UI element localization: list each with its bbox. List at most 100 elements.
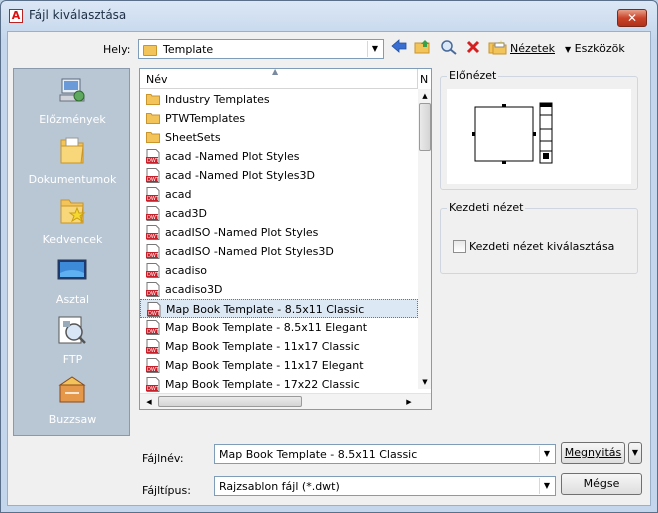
svg-text:DWT: DWT: [148, 311, 161, 317]
scroll-left-arrow[interactable]: ◀: [142, 395, 156, 409]
scroll-down-arrow[interactable]: ▼: [418, 375, 431, 389]
list-item[interactable]: DWTacadiso2: [140, 261, 425, 280]
initial-view-title: Kezdeti nézet: [447, 201, 526, 214]
svg-text:DWT: DWT: [147, 158, 160, 164]
title-bar[interactable]: A Fájl kiválasztása ✕: [1, 1, 657, 31]
open-button-label: Megnyitás: [564, 446, 622, 459]
initial-view-group: Kezdeti nézet Kezdeti nézet kiválasztása: [440, 201, 638, 274]
dwt-file-icon: DWT: [146, 282, 160, 300]
initial-view-checkbox-label[interactable]: Kezdeti nézet kiválasztása: [469, 240, 614, 253]
preview-group: Előnézet: [440, 69, 638, 190]
file-name: Map Book Template - 11x17 Classic: [165, 340, 360, 353]
filename-value[interactable]: Map Book Template - 8.5x11 Classic: [219, 448, 417, 461]
list-item-selected[interactable]: DWTMap Book Template - 8.5x11 Classic2: [140, 299, 426, 318]
list-item[interactable]: DWTacad2: [140, 185, 425, 205]
place-documents[interactable]: Dokumentumok: [14, 135, 131, 197]
place-label: Asztal: [55, 293, 90, 306]
history-icon: [59, 78, 85, 102]
place-label: Buzzsaw: [48, 413, 97, 426]
file-dialog-window: A Fájl kiválasztása ✕ Hely: Template ▼ N…: [0, 0, 658, 513]
file-name: acadiso3D: [165, 283, 223, 296]
filename-label: Fájlnév:: [142, 452, 184, 465]
svg-text:DWT: DWT: [147, 177, 160, 183]
list-item[interactable]: DWTMap Book Template - 17x22 Classic2: [140, 375, 425, 394]
place-favorites[interactable]: Kedvencek: [14, 195, 131, 257]
list-item[interactable]: DWTacad -Named Plot Styles2: [140, 147, 425, 167]
views-label: Nézetek: [510, 42, 555, 55]
file-name: acad: [165, 188, 192, 201]
dwt-file-icon: DWT: [146, 206, 160, 224]
file-name: acadISO -Named Plot Styles3D: [165, 245, 334, 258]
desktop-icon: [57, 259, 87, 280]
svg-text:DWT: DWT: [147, 253, 160, 259]
window-title: Fájl kiválasztása: [29, 8, 127, 22]
file-name: acadiso: [165, 264, 208, 277]
list-item[interactable]: DWTacadISO -Named Plot Styles3D2: [140, 242, 425, 262]
list-item[interactable]: Industry Templates2: [140, 90, 425, 109]
file-list[interactable]: Név ▲ N Industry Templates2PTWTemplates2…: [139, 68, 432, 410]
dwt-file-icon: DWT: [146, 320, 160, 338]
dwt-file-icon: DWT: [146, 187, 160, 205]
svg-text:DWT: DWT: [147, 348, 160, 354]
list-item[interactable]: SheetSets2: [140, 128, 425, 147]
list-item[interactable]: DWTacadISO -Named Plot Styles2: [140, 223, 425, 242]
folder-icon: [146, 111, 160, 128]
place-desktop[interactable]: Asztal: [14, 255, 131, 317]
documents-icon: [60, 137, 84, 164]
sort-ascending-icon: ▲: [272, 68, 279, 76]
location-combo[interactable]: Template ▼: [138, 39, 384, 59]
list-item[interactable]: DWTacad -Named Plot Styles3D2: [140, 166, 425, 185]
list-item[interactable]: PTWTemplates2: [140, 109, 425, 128]
list-item[interactable]: DWTMap Book Template - 11x17 Elegant2: [140, 356, 425, 375]
scroll-right-arrow[interactable]: ▶: [402, 395, 416, 409]
column-header-name[interactable]: Név: [146, 73, 168, 86]
preview-image: [447, 89, 631, 184]
up-folder-icon[interactable]: [414, 39, 432, 57]
filetype-value: Rajzsablon fájl (*.dwt): [219, 480, 340, 493]
delete-icon[interactable]: [464, 39, 482, 57]
chevron-down-icon[interactable]: ▼: [367, 41, 382, 57]
file-name: PTWTemplates: [165, 112, 246, 125]
chevron-down-icon[interactable]: ▼: [539, 478, 554, 494]
places-bar: Előzmények Dokumentumok Kedvencek Asztal…: [13, 68, 130, 436]
filename-combo[interactable]: Map Book Template - 8.5x11 Classic ▼: [214, 444, 556, 464]
list-item[interactable]: DWTacadiso3D2: [140, 280, 425, 300]
cancel-button[interactable]: Mégse: [561, 473, 642, 495]
ftp-icon: [58, 316, 86, 344]
open-options-dropdown[interactable]: ▼: [628, 442, 642, 464]
tools-menu[interactable]: ▼ Eszközök: [565, 42, 625, 55]
list-item[interactable]: DWTMap Book Template - 8.5x11 Elegant2: [140, 318, 425, 338]
list-item[interactable]: DWTMap Book Template - 11x17 Classic2: [140, 337, 425, 356]
horizontal-scroll-thumb[interactable]: [158, 396, 302, 407]
column-header-extra[interactable]: N: [420, 73, 428, 86]
dwt-file-icon: DWT: [146, 244, 160, 262]
svg-text:DWT: DWT: [147, 215, 160, 221]
scroll-up-arrow[interactable]: ▲: [418, 89, 431, 103]
place-ftp[interactable]: FTP: [14, 315, 131, 377]
svg-text:DWT: DWT: [147, 386, 160, 392]
back-arrow-icon[interactable]: [390, 39, 408, 57]
list-item[interactable]: DWTacad3D2: [140, 204, 425, 224]
horizontal-scrollbar[interactable]: ◀ ▶: [140, 393, 431, 409]
file-name: acadISO -Named Plot Styles: [165, 226, 319, 239]
file-name: Industry Templates: [165, 93, 270, 106]
preview-title: Előnézet: [447, 69, 499, 82]
open-button[interactable]: Megnyitás: [561, 442, 625, 464]
initial-view-checkbox[interactable]: [453, 240, 466, 253]
place-history[interactable]: Előzmények: [14, 75, 131, 137]
chevron-down-icon[interactable]: ▼: [539, 446, 554, 462]
file-name: Map Book Template - 8.5x11 Elegant: [165, 321, 368, 334]
folder-icon: [143, 43, 157, 56]
vertical-scrollbar[interactable]: ▲ ▼: [418, 89, 431, 389]
template-preview-icon: [472, 102, 553, 164]
dwt-file-icon: DWT: [146, 149, 160, 167]
autocad-app-icon: A: [9, 9, 23, 23]
file-name: Map Book Template - 8.5x11 Classic: [166, 303, 365, 316]
tools-label: Eszközök: [574, 42, 625, 55]
place-buzzsaw[interactable]: Buzzsaw: [14, 375, 131, 437]
folder-icon: [146, 130, 160, 147]
vertical-scroll-thumb[interactable]: [419, 103, 431, 151]
filetype-combo[interactable]: Rajzsablon fájl (*.dwt) ▼: [214, 476, 556, 496]
search-web-icon[interactable]: [440, 39, 458, 57]
close-button[interactable]: ✕: [617, 9, 647, 27]
